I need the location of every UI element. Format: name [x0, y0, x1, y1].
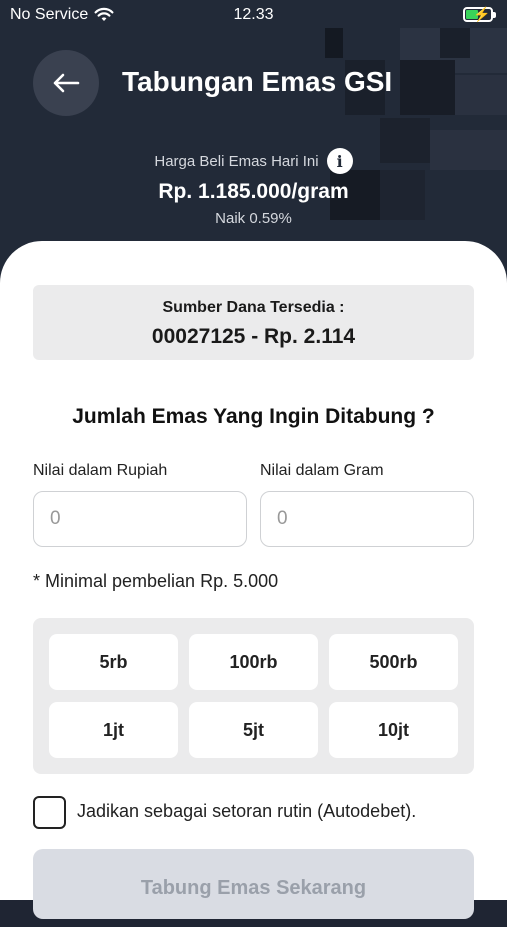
- arrow-left-icon: [53, 73, 80, 93]
- gold-price: Rp. 1.185.000/gram: [158, 180, 349, 203]
- quick-amount-10jt[interactable]: 10jt: [329, 702, 458, 758]
- quick-amount-5rb[interactable]: 5rb: [49, 634, 178, 690]
- price-change: Naik 0.59%: [215, 210, 292, 227]
- pixel-decoration: [400, 60, 455, 115]
- status-time: 12.33: [233, 6, 274, 23]
- fund-source-value: 00027125 - Rp. 2.114: [151, 325, 356, 348]
- minimum-purchase-hint: * Minimal pembelian Rp. 5.000: [33, 571, 279, 591]
- quick-amount-100rb[interactable]: 100rb: [189, 634, 318, 690]
- pixel-decoration: [455, 75, 507, 115]
- fund-source-label: Sumber Dana Tersedia :: [162, 299, 345, 316]
- back-button[interactable]: [33, 50, 99, 116]
- quick-amount-1jt[interactable]: 1jt: [49, 702, 178, 758]
- price-label: Harga Beli Emas Hari Ini: [154, 152, 319, 170]
- rupiah-label: Nilai dalam Rupiah: [33, 462, 168, 479]
- rupiah-input[interactable]: 0: [33, 491, 247, 547]
- pixel-decoration: [325, 28, 343, 58]
- info-icon[interactable]: i: [326, 148, 353, 174]
- gram-input[interactable]: 0: [260, 491, 474, 547]
- page-title: Tabungan Emas GSI: [122, 66, 393, 97]
- quick-amount-panel: 5rb 100rb 500rb 1jt 5jt 10jt: [33, 618, 474, 774]
- autodebet-checkbox[interactable]: [33, 796, 66, 829]
- fund-source-box: Sumber Dana Tersedia : 00027125 - Rp. 2.…: [33, 285, 474, 360]
- battery-charging-icon: ⚡: [463, 6, 496, 22]
- pixel-decoration: [440, 28, 470, 58]
- submit-button[interactable]: Tabung Emas Sekarang: [33, 849, 474, 919]
- quick-amount-5jt[interactable]: 5jt: [189, 702, 318, 758]
- price-label-row: Harga Beli Emas Hari Ini i: [0, 148, 507, 174]
- gram-label: Nilai dalam Gram: [260, 462, 384, 479]
- amount-question: Jumlah Emas Yang Ingin Ditabung ?: [72, 405, 435, 428]
- form-sheet: Sumber Dana Tersedia : 00027125 - Rp. 2.…: [0, 241, 507, 919]
- quick-amount-500rb[interactable]: 500rb: [329, 634, 458, 690]
- status-bar: No Service 12.33 ⚡: [0, 0, 507, 30]
- autodebet-label[interactable]: Jadikan sebagai setoran rutin (Autodebet…: [77, 801, 416, 822]
